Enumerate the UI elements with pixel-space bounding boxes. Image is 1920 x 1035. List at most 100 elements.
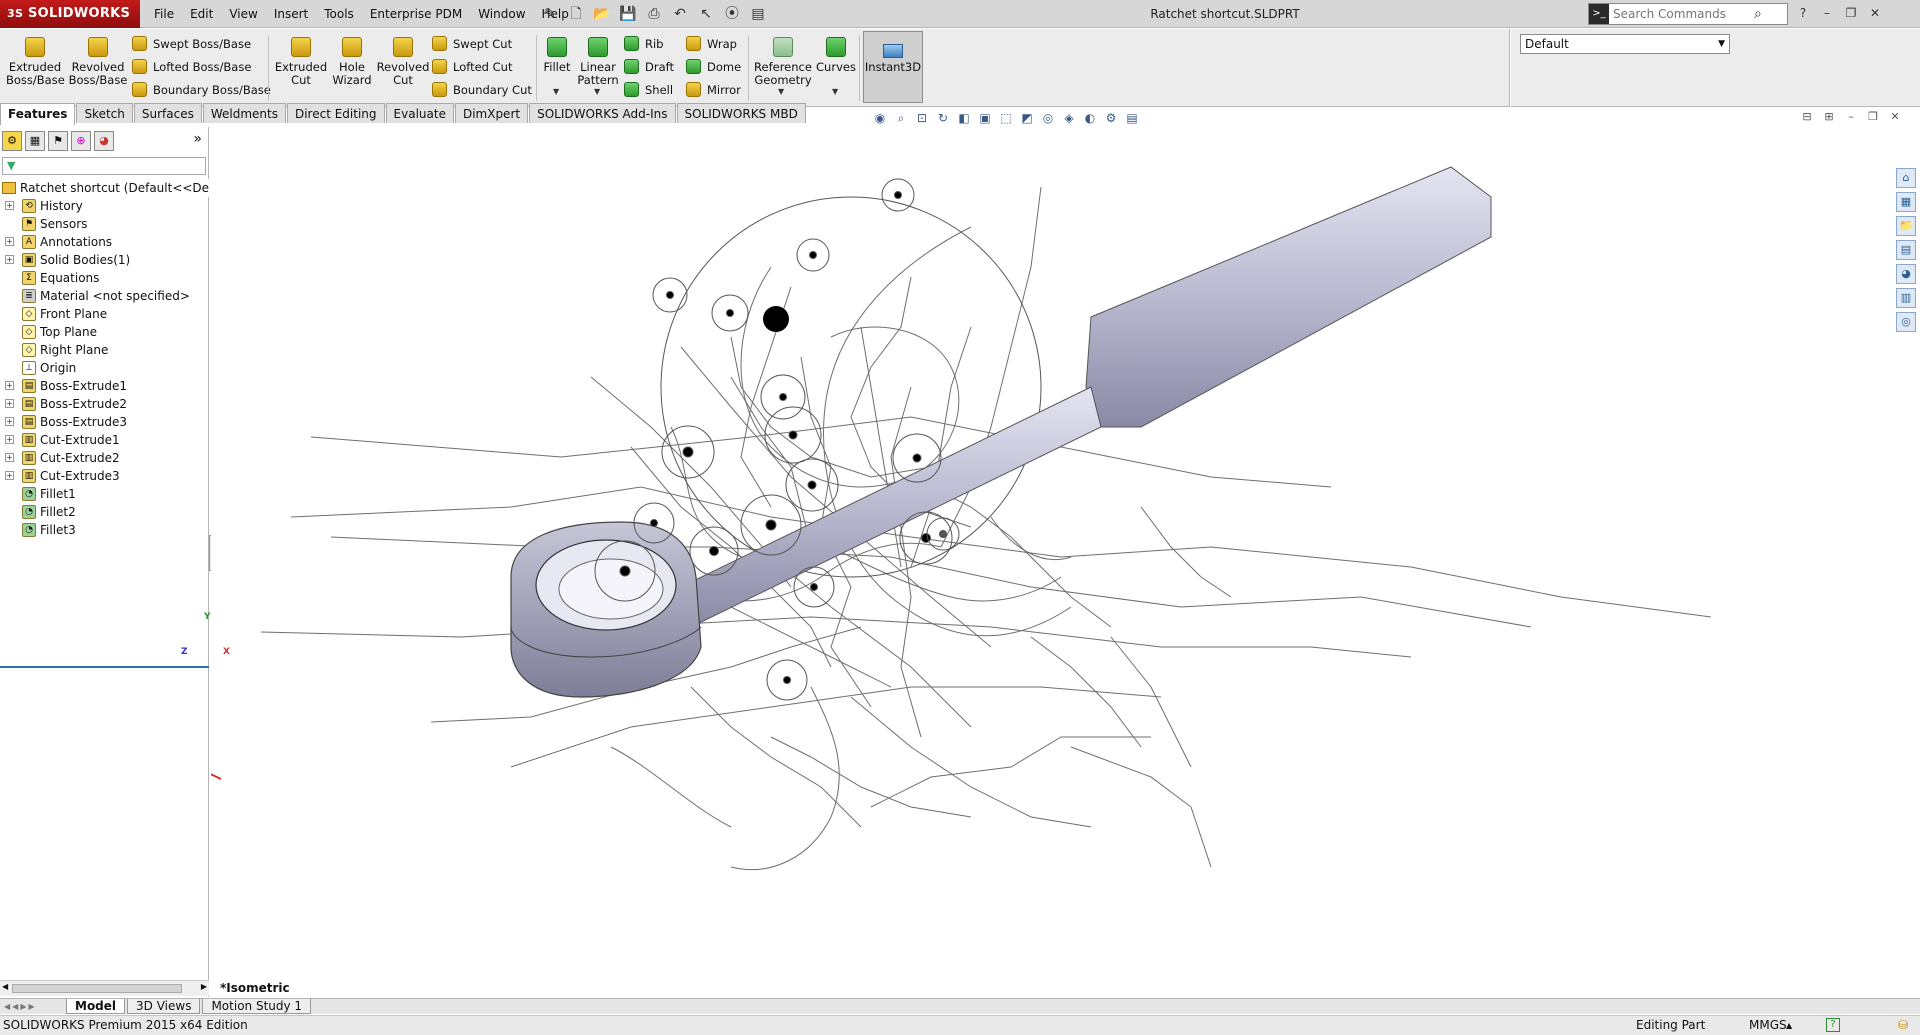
first-tab-icon[interactable]: ◀ bbox=[4, 1002, 10, 1011]
tab-evaluate[interactable]: Evaluate bbox=[385, 103, 454, 123]
apply-scene-icon[interactable]: ◐ bbox=[1082, 110, 1098, 126]
feature-tree-item[interactable]: ≣ Material <not specified> bbox=[0, 287, 209, 305]
expand-icon[interactable]: + bbox=[5, 471, 14, 480]
open-folder-icon[interactable]: 📂 bbox=[592, 4, 612, 24]
view-orientation-icon[interactable]: ⬚ bbox=[998, 110, 1014, 126]
reference-geometry-dropdown-icon[interactable]: ▼ bbox=[778, 87, 784, 96]
view-palette-icon[interactable]: ▤ bbox=[1896, 240, 1916, 260]
feature-manager-tab-icon[interactable]: ⚙ bbox=[2, 131, 22, 151]
menu-view[interactable]: View bbox=[221, 0, 265, 28]
viewport-restore-icon[interactable]: ⊞ bbox=[1822, 110, 1836, 124]
viewport-minimize-icon[interactable]: – bbox=[1844, 110, 1858, 124]
viewport-expand-icon[interactable]: ⊟ bbox=[1800, 110, 1814, 124]
tab-model[interactable]: Model bbox=[66, 999, 126, 1014]
view-settings-icon[interactable]: ⚙ bbox=[1103, 110, 1119, 126]
solidworks-logo[interactable]: 3S SOLIDWORKS bbox=[0, 0, 140, 28]
dynamic-annotation-icon[interactable]: ▣ bbox=[977, 110, 993, 126]
draft-button[interactable]: Draft bbox=[624, 56, 674, 78]
restore-icon[interactable]: ❐ bbox=[1842, 4, 1860, 22]
display-style-icon[interactable]: ◩ bbox=[1019, 110, 1035, 126]
lofted-boss-button[interactable]: Lofted Boss/Base bbox=[132, 56, 251, 78]
swept-cut-button[interactable]: Swept Cut bbox=[432, 33, 512, 55]
feature-tree-item[interactable]: + ▥ Cut-Extrude3 bbox=[0, 467, 209, 485]
feature-tree-item[interactable]: ◔ Fillet3 bbox=[0, 521, 209, 539]
feature-tree-item[interactable]: + ▤ Boss-Extrude3 bbox=[0, 413, 209, 431]
tab-dimxpert[interactable]: DimXpert bbox=[454, 103, 529, 123]
boundary-cut-button[interactable]: Boundary Cut bbox=[432, 79, 532, 101]
search-input[interactable] bbox=[1609, 7, 1754, 21]
menu-tools[interactable]: Tools bbox=[316, 0, 362, 28]
feature-tree-item[interactable]: ◇ Right Plane bbox=[0, 341, 209, 359]
hide-show-items-icon[interactable]: ◎ bbox=[1040, 110, 1056, 126]
menu-insert[interactable]: Insert bbox=[266, 0, 316, 28]
boundary-boss-button[interactable]: Boundary Boss/Base bbox=[132, 79, 271, 101]
lofted-cut-button[interactable]: Lofted Cut bbox=[432, 56, 512, 78]
hole-wizard-button[interactable]: Hole Wizard bbox=[330, 33, 374, 103]
tab-sketch[interactable]: Sketch bbox=[76, 103, 133, 123]
scroll-right-icon[interactable]: ▶ bbox=[201, 982, 207, 991]
units-dropdown-icon[interactable]: ▲ bbox=[1786, 1016, 1792, 1035]
edit-appearance-icon[interactable]: ◈ bbox=[1061, 110, 1077, 126]
display-manager-tab-icon[interactable]: ◕ bbox=[94, 131, 114, 151]
feature-tree-item[interactable]: + ▥ Cut-Extrude2 bbox=[0, 449, 209, 467]
minimize-icon[interactable]: – bbox=[1818, 4, 1836, 22]
viewport-tile-icon[interactable]: ❐ bbox=[1866, 110, 1880, 124]
expand-icon[interactable]: + bbox=[5, 201, 14, 210]
curves-dropdown-icon[interactable]: ▼ bbox=[832, 87, 838, 96]
feature-tree-item[interactable]: ◔ Fillet1 bbox=[0, 485, 209, 503]
search-commands[interactable]: >_ ⌕ bbox=[1588, 3, 1788, 25]
feature-tree-item[interactable]: + ▤ Boss-Extrude2 bbox=[0, 395, 209, 413]
tab-features[interactable]: Features bbox=[0, 103, 76, 125]
wrap-button[interactable]: Wrap bbox=[686, 33, 737, 55]
feature-tree-item[interactable]: + ▥ Cut-Extrude1 bbox=[0, 431, 209, 449]
graphics-area[interactable]: Y X Z *Isometric bbox=[181, 127, 1920, 997]
instant3d-button[interactable]: Instant3D bbox=[863, 31, 923, 103]
scrollbar-thumb[interactable] bbox=[12, 984, 182, 993]
expand-icon[interactable]: + bbox=[5, 255, 14, 264]
extruded-cut-button[interactable]: Extruded Cut bbox=[274, 33, 328, 103]
custom-properties-icon[interactable]: ▥ bbox=[1896, 288, 1916, 308]
previous-view-icon[interactable]: ↻ bbox=[935, 110, 951, 126]
solidworks-forum-icon[interactable]: ◎ bbox=[1896, 312, 1916, 332]
undo-icon[interactable]: ↶ bbox=[670, 4, 690, 24]
next-tab-icon[interactable]: ▶ bbox=[20, 1002, 26, 1011]
view-previous-icon[interactable]: ◉ bbox=[872, 110, 888, 126]
feature-tree-item[interactable]: ◔ Fillet2 bbox=[0, 503, 209, 521]
dome-button[interactable]: Dome bbox=[686, 56, 741, 78]
tab-solidworks-add-ins[interactable]: SOLIDWORKS Add-Ins bbox=[529, 103, 676, 123]
linear-pattern-dropdown-icon[interactable]: ▼ bbox=[594, 87, 600, 96]
model-viewport[interactable] bbox=[186, 127, 1920, 997]
expand-icon[interactable]: + bbox=[5, 435, 14, 444]
feature-tree-item[interactable]: ◇ Top Plane bbox=[0, 323, 209, 341]
scroll-left-icon[interactable]: ◀ bbox=[2, 982, 8, 991]
feature-tree-filter[interactable]: ▼ bbox=[2, 157, 206, 175]
close-icon[interactable]: ✕ bbox=[1866, 4, 1884, 22]
dimxpert-manager-tab-icon[interactable]: ⊕ bbox=[71, 131, 91, 151]
screen-capture-icon[interactable]: ▤ bbox=[1124, 110, 1140, 126]
tab-motion-study-1[interactable]: Motion Study 1 bbox=[202, 999, 312, 1014]
feature-tree-item[interactable]: ⚑ Sensors bbox=[0, 215, 209, 233]
zoom-to-area-icon[interactable]: ⊡ bbox=[914, 110, 930, 126]
feature-tree-item[interactable]: Σ Equations bbox=[0, 269, 209, 287]
expand-icon[interactable]: + bbox=[5, 237, 14, 246]
expand-icon[interactable]: + bbox=[5, 399, 14, 408]
appearances-icon[interactable]: ◕ bbox=[1896, 264, 1916, 284]
feature-tree-item[interactable]: ⊥ Origin bbox=[0, 359, 209, 377]
menu-file[interactable]: File bbox=[146, 0, 182, 28]
mirror-button[interactable]: Mirror bbox=[686, 79, 741, 101]
file-explorer-icon[interactable]: 📁 bbox=[1896, 216, 1916, 236]
expand-panel-icon[interactable]: » bbox=[193, 131, 202, 147]
unit-system-selector[interactable]: MMGS bbox=[1749, 1016, 1787, 1035]
pin-icon[interactable]: ✎ bbox=[540, 4, 560, 24]
revolved-cut-button[interactable]: Revolved Cut bbox=[376, 33, 430, 103]
viewport-close-icon[interactable]: ✕ bbox=[1888, 110, 1902, 124]
tab-solidworks-mbd[interactable]: SOLIDWORKS MBD bbox=[676, 103, 806, 123]
extruded-boss-button[interactable]: Extruded Boss/Base bbox=[6, 33, 65, 103]
rollback-bar[interactable] bbox=[0, 666, 209, 668]
revolved-boss-button[interactable]: Revolved Boss/Base bbox=[68, 33, 128, 103]
feature-tree-item[interactable]: + A Annotations bbox=[0, 233, 209, 251]
horizontal-scrollbar[interactable]: ◀ ▶ bbox=[0, 980, 209, 996]
save-icon[interactable]: 💾 bbox=[618, 4, 638, 24]
swept-boss-button[interactable]: Swept Boss/Base bbox=[132, 33, 251, 55]
feature-tree-root[interactable]: Ratchet shortcut (Default<<Default bbox=[2, 179, 209, 197]
